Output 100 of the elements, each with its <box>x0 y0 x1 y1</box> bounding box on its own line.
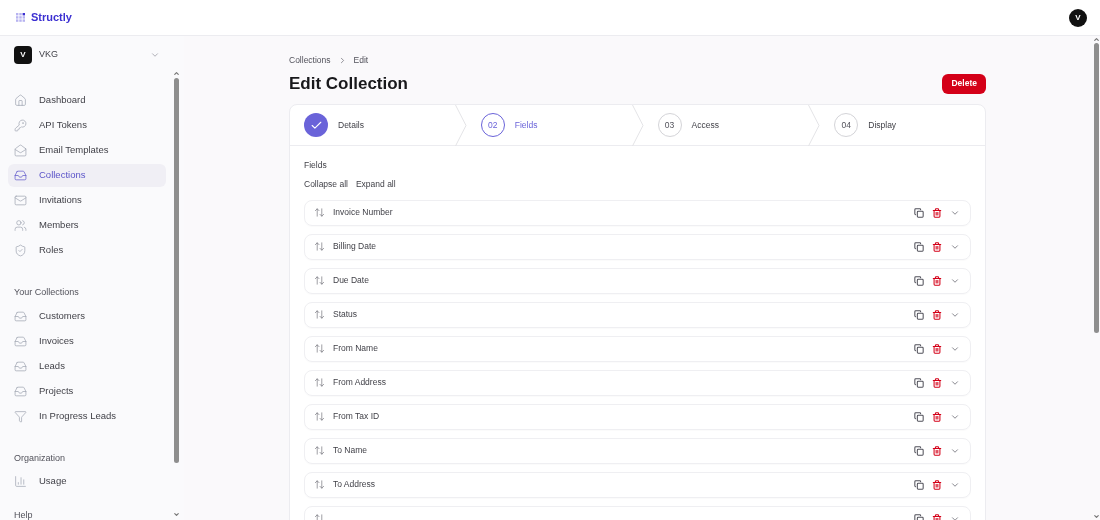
sort-arrows-icon[interactable] <box>314 479 325 491</box>
scroll-up-icon[interactable] <box>172 70 180 77</box>
workspace-switcher[interactable]: V VKG <box>8 46 166 64</box>
sidebar-item[interactable]: Roles <box>8 239 166 262</box>
scroll-up-icon[interactable] <box>1092 36 1100 43</box>
section-label: Fields <box>304 159 328 172</box>
trash-icon[interactable] <box>932 309 942 320</box>
field-name: From Address <box>333 376 386 390</box>
sidebar-item[interactable]: Customers <box>8 304 166 328</box>
field-row[interactable]: From Name <box>304 335 971 362</box>
field-row[interactable]: To Address <box>304 471 971 498</box>
copy-icon[interactable] <box>914 343 924 354</box>
copy-icon[interactable] <box>914 377 924 388</box>
step-tab[interactable]: Details <box>290 105 455 146</box>
sidebar-item[interactable]: Usage <box>8 470 166 493</box>
sort-arrows-icon[interactable] <box>314 411 325 423</box>
sidebar-item[interactable]: Leads <box>8 354 166 378</box>
sidebar-item[interactable]: API Tokens <box>8 114 166 137</box>
trash-icon[interactable] <box>932 513 942 520</box>
sort-arrows-icon[interactable] <box>314 309 325 321</box>
expand-all-link[interactable]: Expand all <box>355 178 396 191</box>
trash-icon[interactable] <box>932 411 942 422</box>
trash-icon[interactable] <box>932 479 942 490</box>
sort-arrows-icon[interactable] <box>314 377 325 389</box>
field-row[interactable]: Due Date <box>304 267 971 294</box>
key-icon <box>14 119 27 132</box>
field-row[interactable]: From Tax ID <box>304 403 971 430</box>
field-row[interactable]: From Address <box>304 369 971 396</box>
tray-icon <box>14 359 27 373</box>
funnel-icon <box>14 409 27 423</box>
trash-icon[interactable] <box>932 207 942 218</box>
chevron-down-icon <box>150 50 160 60</box>
tray-icon <box>14 169 27 182</box>
collapse-all-link[interactable]: Collapse all <box>304 178 348 191</box>
trash-icon[interactable] <box>932 241 942 252</box>
copy-icon[interactable] <box>914 445 924 456</box>
copy-icon[interactable] <box>914 479 924 490</box>
sidebar-item[interactable]: Email Templates <box>8 139 166 162</box>
page-title: Edit Collection <box>289 72 408 95</box>
chart-icon <box>14 475 27 488</box>
trash-icon[interactable] <box>932 377 942 388</box>
field-row[interactable]: Billing Date <box>304 233 971 260</box>
envelope-icon <box>14 194 27 207</box>
brand-name: Structly <box>31 10 72 26</box>
sidebar-item[interactable]: Collections <box>8 164 166 187</box>
sort-arrows-icon[interactable] <box>314 241 325 253</box>
sidebar-scrollbar[interactable] <box>172 70 180 518</box>
scroll-down-icon[interactable] <box>1092 513 1100 520</box>
field-name: Billing Date <box>333 240 376 254</box>
copy-icon[interactable] <box>914 513 924 520</box>
sort-arrows-icon[interactable] <box>314 207 325 219</box>
field-name: To Name <box>333 444 367 458</box>
trash-icon[interactable] <box>932 445 942 456</box>
field-name: Invoice Number <box>333 206 393 220</box>
step-tab[interactable]: 03 Access <box>643 105 809 146</box>
field-name: Status <box>333 308 358 322</box>
step-tab[interactable]: 04 Display <box>820 105 985 146</box>
envelope-icon <box>14 144 27 157</box>
field-name: Due Date <box>333 274 369 288</box>
copy-icon[interactable] <box>914 241 924 252</box>
workspace-name: VKG <box>39 48 58 62</box>
tray-icon <box>14 334 27 348</box>
sidebar-item[interactable]: Invitations <box>8 189 166 212</box>
sidebar-item[interactable]: Dashboard <box>8 89 166 112</box>
sidebar-item[interactable]: Projects <box>8 379 166 403</box>
workspace-avatar: V <box>14 46 32 64</box>
scroll-down-icon[interactable] <box>172 511 180 518</box>
tray-icon <box>14 309 27 323</box>
breadcrumb-link[interactable]: Collections <box>289 54 331 67</box>
copy-icon[interactable] <box>914 411 924 422</box>
copy-icon[interactable] <box>914 275 924 286</box>
field-name: From Tax ID <box>333 410 380 424</box>
tray-icon <box>14 384 27 398</box>
sort-arrows-icon[interactable] <box>314 445 325 457</box>
field-row[interactable]: Invoice Number <box>304 199 971 226</box>
field-row[interactable]: To Name <box>304 437 971 464</box>
step-tab[interactable]: 02 Fields <box>466 105 632 146</box>
section-heading: Your Collections <box>13 286 80 299</box>
user-avatar[interactable]: V <box>1069 8 1087 27</box>
field-row[interactable]: Status <box>304 301 971 328</box>
shield-icon <box>14 244 27 257</box>
sidebar-item[interactable]: Members <box>8 214 166 237</box>
page-scrollbar[interactable] <box>1092 36 1100 520</box>
people-icon <box>14 219 27 232</box>
logo-icon <box>16 13 26 22</box>
field-name: From Name <box>333 342 378 356</box>
section-heading: Organization <box>13 451 67 465</box>
sort-arrows-icon[interactable] <box>314 275 325 287</box>
house-icon <box>14 94 27 107</box>
breadcrumb-current: Edit <box>353 54 369 67</box>
sidebar-item[interactable]: Invoices <box>8 329 166 353</box>
trash-icon[interactable] <box>932 275 942 286</box>
trash-icon[interactable] <box>932 343 942 354</box>
copy-icon[interactable] <box>914 207 924 218</box>
copy-icon[interactable] <box>914 309 924 320</box>
section-heading: Help <box>13 509 34 520</box>
sidebar-item[interactable]: In Progress Leads <box>8 404 166 428</box>
field-name: To Address <box>333 478 376 492</box>
sort-arrows-icon[interactable] <box>314 343 325 355</box>
delete-button[interactable]: Delete <box>942 73 986 94</box>
